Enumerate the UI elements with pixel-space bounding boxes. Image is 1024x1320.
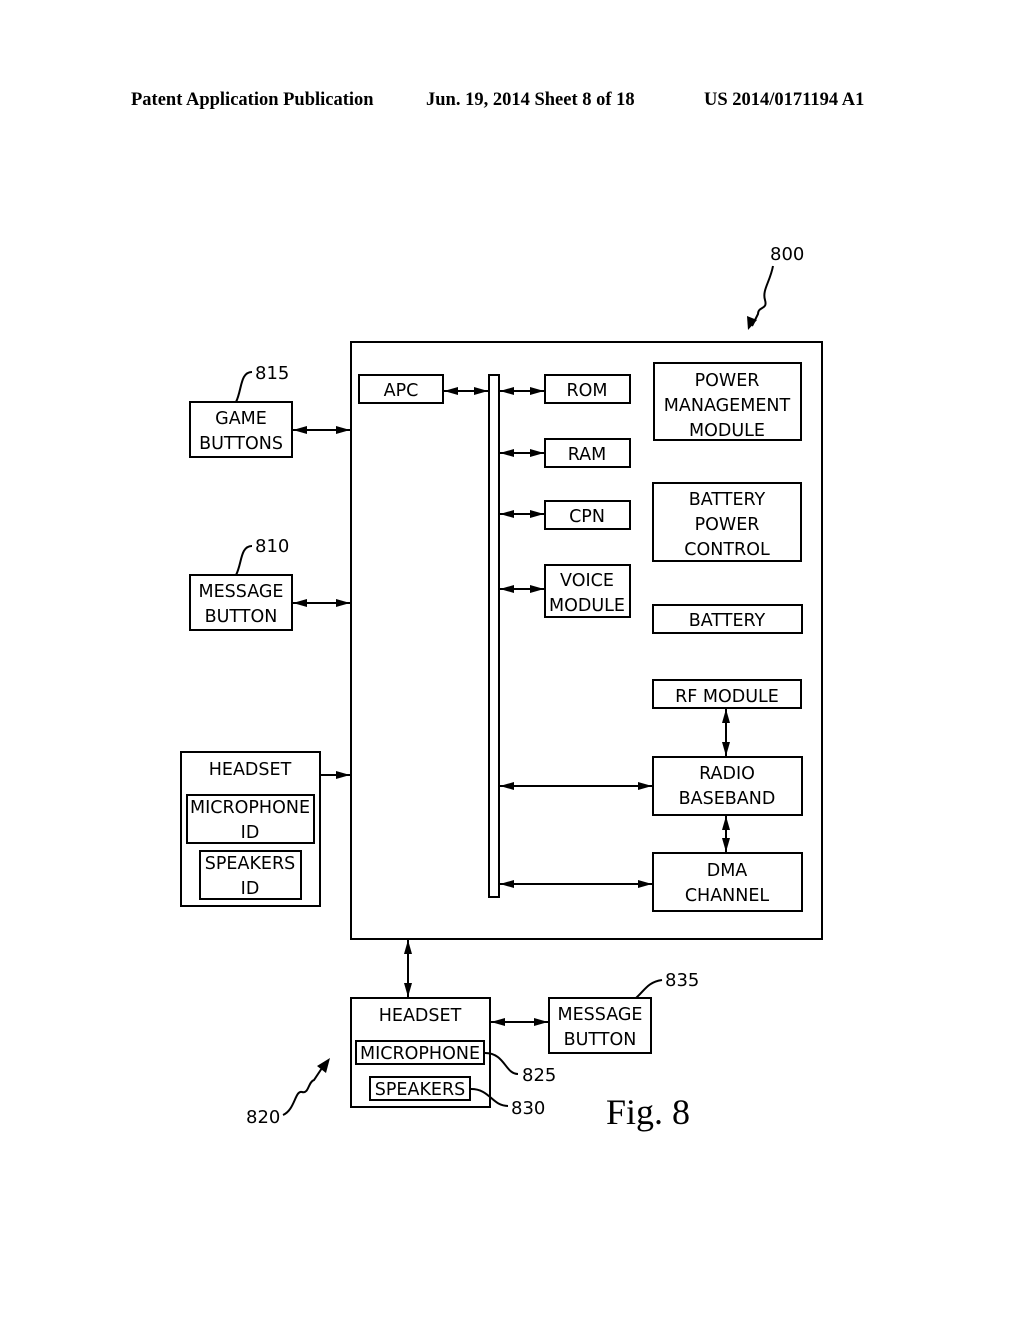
radio-baseband-block: RADIO BASEBAND: [652, 756, 803, 816]
block-diagram: 800 APC ROM RAM CPN VOICE MODULE POWER M…: [180, 244, 823, 1132]
svg-text:POWER: POWER: [695, 371, 760, 391]
headset-bottom-block: HEADSET MICROPHONE SPEAKERS: [350, 997, 491, 1108]
ref-835: 835: [665, 970, 699, 991]
svg-text:RAM: RAM: [568, 445, 607, 465]
svg-text:SPEAKERS: SPEAKERS: [375, 1080, 466, 1100]
svg-text:BASEBAND: BASEBAND: [679, 789, 776, 809]
game-buttons-block: GAME BUTTONS: [189, 401, 293, 458]
svg-text:BATTERY: BATTERY: [689, 611, 766, 631]
svg-text:DMA: DMA: [707, 861, 748, 881]
svg-text:HEADSET: HEADSET: [379, 1006, 462, 1026]
svg-text:ROM: ROM: [566, 381, 607, 401]
battery-block: BATTERY: [652, 604, 803, 634]
svg-text:CONTROL: CONTROL: [684, 540, 770, 560]
svg-text:BATTERY: BATTERY: [689, 490, 766, 510]
ram-block: RAM: [544, 438, 631, 468]
svg-text:MICROPHONE: MICROPHONE: [360, 1044, 480, 1064]
message-button-left-block: MESSAGE BUTTON: [189, 574, 293, 631]
ref-800: 800: [770, 244, 804, 265]
svg-text:APC: APC: [384, 381, 419, 401]
apc-block: APC: [358, 374, 444, 404]
ref-815: 815: [255, 363, 289, 384]
ref-820: 820: [246, 1107, 280, 1128]
headset-left-block: HEADSET MICROPHONE ID SPEAKERS ID: [180, 751, 321, 907]
svg-text:CHANNEL: CHANNEL: [685, 886, 770, 906]
ref-810: 810: [255, 536, 289, 557]
svg-text:RADIO: RADIO: [699, 764, 755, 784]
svg-text:POWER: POWER: [695, 515, 760, 535]
svg-text:ID: ID: [241, 823, 260, 843]
svg-text:MODULE: MODULE: [689, 421, 765, 441]
ref-825: 825: [522, 1065, 556, 1086]
power-management-module-block: POWER MANAGEMENT MODULE: [653, 362, 802, 441]
voice-module-block: VOICE MODULE: [544, 564, 631, 618]
ref-810-leader: [235, 545, 253, 576]
svg-text:MANAGEMENT: MANAGEMENT: [664, 396, 791, 416]
dma-channel-block: DMA CHANNEL: [652, 852, 803, 912]
svg-text:BUTTON: BUTTON: [564, 1030, 637, 1050]
svg-text:SPEAKERS: SPEAKERS: [205, 854, 296, 874]
ref-800-leader: [751, 265, 774, 327]
cpn-block: CPN: [544, 500, 631, 530]
ref-820-arrow-icon: [317, 1058, 330, 1073]
svg-text:CPN: CPN: [569, 507, 605, 527]
message-button-bottom-block: MESSAGE BUTTON: [548, 997, 652, 1054]
svg-text:BUTTON: BUTTON: [205, 607, 278, 627]
figure-label: Fig. 8: [606, 1092, 690, 1132]
svg-text:MESSAGE: MESSAGE: [199, 582, 284, 602]
svg-text:HEADSET: HEADSET: [209, 760, 292, 780]
svg-text:ID: ID: [241, 879, 260, 899]
rf-module-block: RF MODULE: [652, 679, 802, 709]
ref-835-leader: [635, 979, 663, 999]
ref-815-leader: [235, 371, 253, 403]
svg-text:MODULE: MODULE: [549, 596, 625, 616]
svg-text:MICROPHONE: MICROPHONE: [190, 798, 310, 818]
ref-820-leader: [282, 1067, 323, 1116]
battery-power-control-block: BATTERY POWER CONTROL: [652, 482, 802, 562]
svg-text:GAME: GAME: [215, 409, 267, 429]
rom-block: ROM: [544, 374, 631, 404]
system-bus: [488, 374, 500, 898]
ref-830: 830: [511, 1098, 545, 1119]
svg-text:MESSAGE: MESSAGE: [558, 1005, 643, 1025]
svg-text:VOICE: VOICE: [560, 571, 614, 591]
svg-text:BUTTONS: BUTTONS: [199, 434, 283, 454]
svg-text:RF MODULE: RF MODULE: [675, 687, 779, 707]
